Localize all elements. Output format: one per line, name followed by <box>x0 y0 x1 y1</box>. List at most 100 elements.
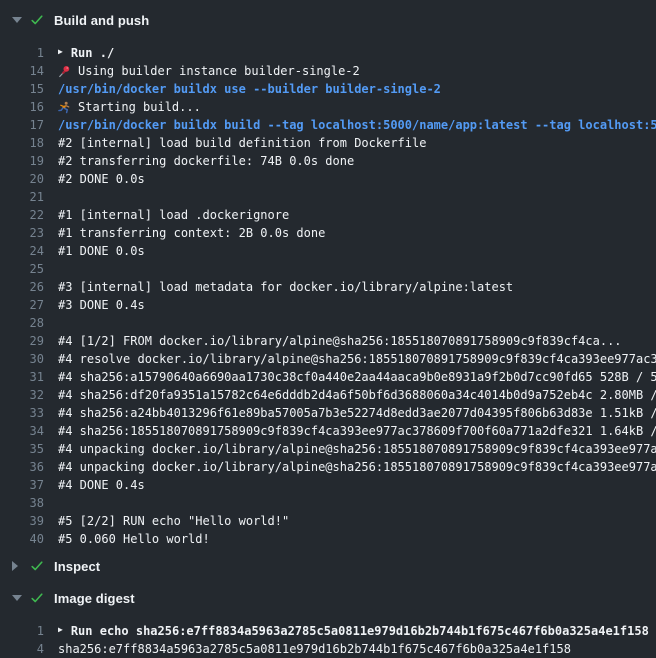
line-number[interactable]: 17 <box>0 116 44 134</box>
log-text: /usr/bin/docker buildx use --builder bui… <box>44 80 656 98</box>
log-text-content: #3 [internal] load metadata for docker.i… <box>58 278 513 296</box>
log-text: #4 [1/2] FROM docker.io/library/alpine@s… <box>44 332 656 350</box>
log-line: 1▶Run ./ <box>0 44 656 62</box>
log-text: #4 sha256:a15790640a6690aa1730c38cf0a440… <box>44 368 656 386</box>
log-line: 36#4 unpacking docker.io/library/alpine@… <box>0 458 656 476</box>
log-text-content: Using builder instance builder-single-2 <box>78 62 360 80</box>
log-line: 23 #1 transferring context: 2B 0.0s done <box>0 224 656 242</box>
log-text-content: #4 DONE 0.4s <box>58 476 145 494</box>
line-number[interactable]: 37 <box>0 476 44 494</box>
log-line: 15/usr/bin/docker buildx use --builder b… <box>0 80 656 98</box>
check-icon <box>30 559 46 573</box>
line-number[interactable]: 26 <box>0 278 44 296</box>
log-line: 14 Using builder instance builder-single-… <box>0 62 656 80</box>
step-title: Image digest <box>54 591 135 606</box>
line-number[interactable]: 25 <box>0 260 44 278</box>
log-group-line[interactable]: ▶Run ./ <box>44 44 656 62</box>
log-text-content: #4 sha256:a24bb4013296f61e89ba57005a7b3e… <box>58 404 656 422</box>
line-number[interactable]: 39 <box>0 512 44 530</box>
log-text-content: #4 [1/2] FROM docker.io/library/alpine@s… <box>58 332 622 350</box>
workflow-log-viewer: Build and push1▶Run ./14Using builder in… <box>0 0 656 658</box>
log-text: #2 DONE 0.0s <box>44 170 656 188</box>
log-text: #3 DONE 0.4s <box>44 296 656 314</box>
line-number[interactable]: 4 <box>0 640 44 658</box>
line-number[interactable]: 24 <box>0 242 44 260</box>
log-line: 34 #4 sha256:185518070891758909c9f839cf4c… <box>0 422 656 440</box>
log-text-content: /usr/bin/docker buildx use --builder bui… <box>58 80 441 98</box>
log-text: #4 sha256:df20fa9351a15782c64e6dddb2d4a6… <box>44 386 656 404</box>
line-number[interactable]: 19 <box>0 152 44 170</box>
step-title: Inspect <box>54 559 100 574</box>
log-text-content: #2 transferring dockerfile: 74B 0.0s don… <box>58 152 354 170</box>
line-number[interactable]: 38 <box>0 494 44 512</box>
line-number[interactable]: 15 <box>0 80 44 98</box>
log-text: #1 DONE 0.0s <box>44 242 656 260</box>
chevron-down-icon <box>12 17 30 23</box>
log-line: 31 #4 sha256:a15790640a6690aa1730c38cf0a4… <box>0 368 656 386</box>
log-line: 37 #4 DONE 0.4s <box>0 476 656 494</box>
log-text: Using builder instance builder-single-2 <box>44 62 656 80</box>
log-group-line[interactable]: ▶ Run echo sha256:e7ff8834a5963a2785c5a08… <box>44 622 656 640</box>
line-number[interactable]: 31 <box>0 368 44 386</box>
step-header-build-and-push[interactable]: Build and push <box>0 4 656 36</box>
log-text-content: #1 [internal] load .dockerignore <box>58 206 289 224</box>
line-number[interactable]: 29 <box>0 332 44 350</box>
line-number[interactable]: 35 <box>0 440 44 458</box>
line-number[interactable]: 34 <box>0 422 44 440</box>
log-line: 33 #4 sha256:a24bb4013296f61e89ba57005a7b… <box>0 404 656 422</box>
log-text: #1 transferring context: 2B 0.0s done <box>44 224 656 242</box>
log-text-content: #4 unpacking docker.io/library/alpine@sh… <box>58 440 656 458</box>
log-line: 24 #1 DONE 0.0s <box>0 242 656 260</box>
log-text-content: #5 0.060 Hello world! <box>58 530 210 548</box>
log-text-content: #4 sha256:a15790640a6690aa1730c38cf0a440… <box>58 368 656 386</box>
log-text: #4 sha256:185518070891758909c9f839cf4ca3… <box>44 422 656 440</box>
log-line: 30 #4 resolve docker.io/library/alpine@sh… <box>0 350 656 368</box>
chevron-right-icon <box>12 561 30 571</box>
log-line: 1 ▶ Run echo sha256:e7ff8834a5963a2785c5a0… <box>0 622 656 640</box>
line-number[interactable]: 14 <box>0 62 44 80</box>
log-text: #1 [internal] load .dockerignore <box>44 206 656 224</box>
line-number[interactable]: 28 <box>0 314 44 332</box>
line-number[interactable]: 23 <box>0 224 44 242</box>
log-line: 16 Starting build... <box>0 98 656 116</box>
line-number[interactable]: 22 <box>0 206 44 224</box>
line-number[interactable]: 36 <box>0 458 44 476</box>
log-text: #3 [internal] load metadata for docker.i… <box>44 278 656 296</box>
runner-icon <box>58 100 72 114</box>
log-text-content: #4 sha256:185518070891758909c9f839cf4ca3… <box>58 422 656 440</box>
step-header-image-digest[interactable]: Image digest <box>0 582 656 614</box>
log-block-image-digest: 1 ▶ Run echo sha256:e7ff8834a5963a2785c5a0… <box>0 614 656 658</box>
expand-arrow-icon: ▶ <box>58 44 63 61</box>
line-number[interactable]: 21 <box>0 188 44 206</box>
log-text: #4 unpacking docker.io/library/alpine@sh… <box>44 440 656 458</box>
log-line: 32 #4 sha256:df20fa9351a15782c64e6dddb2d4… <box>0 386 656 404</box>
log-line: 26 #3 [internal] load metadata for docker… <box>0 278 656 296</box>
step-header-inspect[interactable]: Inspect <box>0 550 656 582</box>
log-line: 25 <box>0 260 656 278</box>
log-text-content: #4 resolve docker.io/library/alpine@sha2… <box>58 350 656 368</box>
line-number[interactable]: 16 <box>0 98 44 116</box>
log-line: 38 <box>0 494 656 512</box>
line-number[interactable]: 40 <box>0 530 44 548</box>
log-line: 20#2 DONE 0.0s <box>0 170 656 188</box>
line-number[interactable]: 27 <box>0 296 44 314</box>
chevron-down-icon <box>12 595 30 601</box>
expand-arrow-icon: ▶ <box>58 622 63 639</box>
line-number[interactable]: 30 <box>0 350 44 368</box>
log-text: #4 sha256:a24bb4013296f61e89ba57005a7b3e… <box>44 404 656 422</box>
log-text-content: sha256:e7ff8834a5963a2785c5a0811e979d16b… <box>58 640 571 658</box>
log-text: #4 resolve docker.io/library/alpine@sha2… <box>44 350 656 368</box>
line-number[interactable]: 20 <box>0 170 44 188</box>
log-text-content: #1 transferring context: 2B 0.0s done <box>58 224 325 242</box>
log-text-content: #1 DONE 0.0s <box>58 242 145 260</box>
log-text-content: Run echo sha256:e7ff8834a5963a2785c5a081… <box>71 622 649 640</box>
log-line: 4 sha256:e7ff8834a5963a2785c5a0811e979d16… <box>0 640 656 658</box>
line-number[interactable]: 1 <box>0 44 44 62</box>
line-number[interactable]: 32 <box>0 386 44 404</box>
line-number[interactable]: 33 <box>0 404 44 422</box>
line-number[interactable]: 1 <box>0 622 44 640</box>
log-text-content: Starting build... <box>78 98 201 116</box>
log-text-content: #4 sha256:df20fa9351a15782c64e6dddb2d4a6… <box>58 386 656 404</box>
step-title: Build and push <box>54 13 149 28</box>
line-number[interactable]: 18 <box>0 134 44 152</box>
